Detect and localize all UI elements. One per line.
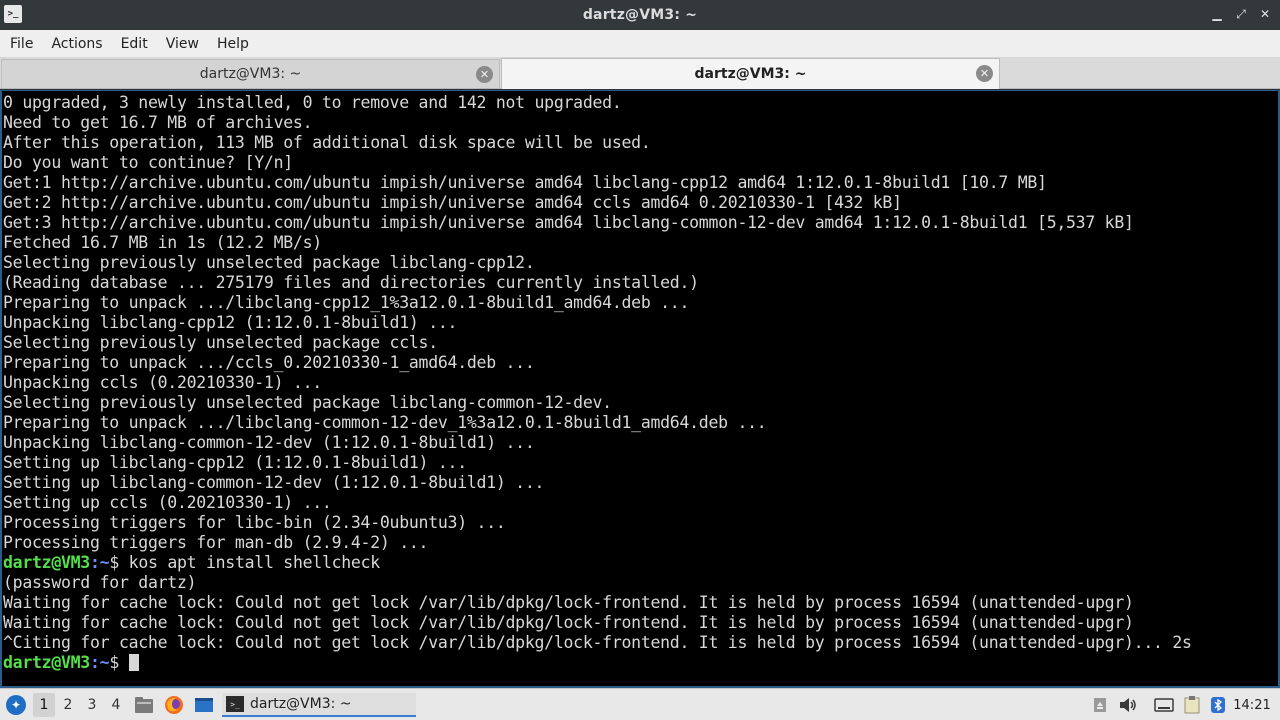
terminal-app-icon: >_ — [4, 5, 22, 23]
tab-close-icon[interactable]: ✕ — [476, 66, 493, 83]
menu-bar: File Actions Edit View Help — [0, 30, 1280, 58]
tab-close-icon[interactable]: ✕ — [976, 65, 993, 82]
tab-label: dartz@VM3: ~ — [694, 66, 807, 82]
terminal-line: Processing triggers for libc-bin (2.34-0… — [3, 513, 506, 532]
prompt-path: ~ — [99, 653, 110, 672]
prompt-path: ~ — [99, 553, 110, 572]
tab-terminal-2[interactable]: dartz@VM3: ~ ✕ — [501, 58, 1000, 89]
prompt-symbol: $ — [109, 553, 119, 572]
terminal-view[interactable]: 0 upgraded, 3 newly installed, 0 to remo… — [0, 90, 1280, 688]
terminal-line: Waiting for cache lock: Could not get lo… — [3, 613, 1134, 632]
active-prompt-line[interactable]: dartz@VM3:~$ — [3, 653, 1275, 673]
terminal-line: Setting up libclang-common-12-dev (1:12.… — [3, 473, 545, 492]
terminal-line: Need to get 16.7 MB of archives. — [3, 113, 313, 132]
prompt-user: dartz@VM3 — [3, 653, 90, 672]
menu-actions[interactable]: Actions — [45, 32, 110, 55]
close-icon[interactable]: ✕ — [1256, 4, 1274, 24]
restore-icon[interactable]: ⤢ — [1232, 4, 1250, 24]
workspace-3-button[interactable]: 3 — [81, 693, 103, 717]
file-manager-icon[interactable] — [133, 693, 155, 717]
menu-edit[interactable]: Edit — [115, 32, 156, 55]
terminal-line: Get:2 http://archive.ubuntu.com/ubuntu i… — [3, 193, 902, 212]
start-menu-button[interactable]: ✦ — [4, 693, 28, 717]
prompt-user: dartz@VM3 — [3, 553, 90, 572]
workspace-1-button[interactable]: 1 — [33, 693, 55, 717]
terminal-line: (password for dartz) — [3, 573, 197, 592]
prompt-symbol: $ — [109, 653, 119, 672]
terminal-line: Preparing to unpack .../libclang-cpp12_1… — [3, 293, 690, 312]
firefox-icon[interactable] — [163, 693, 185, 717]
removable-media-icon[interactable] — [1090, 693, 1110, 717]
tab-label: dartz@VM3: ~ — [199, 66, 302, 82]
terminal-line: Get:3 http://archive.ubuntu.com/ubuntu i… — [3, 213, 1134, 232]
terminal-line: Preparing to unpack .../libclang-common-… — [3, 413, 767, 432]
workspace-4-button[interactable]: 4 — [105, 693, 127, 717]
terminal-line: ^Citing for cache lock: Could not get lo… — [3, 633, 1192, 652]
bluetooth-icon[interactable] — [1208, 693, 1228, 717]
terminal-task-icon: >_ — [226, 696, 244, 712]
taskbar-terminal-task[interactable]: >_ dartz@VM3: ~ — [222, 693, 416, 717]
clock[interactable]: 14:21 — [1230, 693, 1274, 717]
window-title: dartz@VM3: ~ — [582, 7, 698, 23]
minimize-icon[interactable]: ▁ — [1208, 4, 1226, 24]
tab-terminal-1[interactable]: dartz@VM3: ~ ✕ — [1, 59, 500, 88]
menu-file[interactable]: File — [4, 32, 41, 55]
terminal-line: Unpacking libclang-cpp12 (1:12.0.1-8buil… — [3, 313, 458, 332]
window-titlebar: >_ dartz@VM3: ~ ▁ ⤢ ✕ — [0, 0, 1280, 30]
task-label: dartz@VM3: ~ — [250, 696, 352, 712]
terminal-line: Selecting previously unselected package … — [3, 253, 535, 272]
terminal-line: Unpacking ccls (0.20210330-1) ... — [3, 373, 322, 392]
terminal-line: Setting up ccls (0.20210330-1) ... — [3, 493, 332, 512]
terminal-line: After this operation, 113 MB of addition… — [3, 133, 651, 152]
terminal-line: Preparing to unpack .../ccls_0.20210330-… — [3, 353, 535, 372]
prompt-separator: : — [89, 553, 100, 572]
prompt-line: dartz@VM3:~$ kos apt install shellcheck — [3, 553, 1275, 573]
terminal-line: (Reading database ... 275179 files and d… — [3, 273, 699, 292]
terminal-line: Processing triggers for man-db (2.9.4-2)… — [3, 533, 429, 552]
lubuntu-logo-icon: ✦ — [6, 695, 26, 715]
keyboard-icon[interactable] — [1154, 693, 1174, 717]
menu-view[interactable]: View — [160, 32, 207, 55]
menu-help[interactable]: Help — [211, 32, 257, 55]
tab-bar: dartz@VM3: ~ ✕ dartz@VM3: ~ ✕ — [0, 58, 1280, 89]
volume-icon[interactable] — [1118, 693, 1138, 717]
prompt-separator: : — [89, 653, 100, 672]
terminal-line: Get:1 http://archive.ubuntu.com/ubuntu i… — [3, 173, 1047, 192]
desktop-icon[interactable] — [193, 693, 215, 717]
terminal-line: Waiting for cache lock: Could not get lo… — [3, 593, 1134, 612]
text-cursor — [128, 654, 139, 671]
terminal-line: Do you want to continue? [Y/n] — [3, 153, 293, 172]
workspace-2-button[interactable]: 2 — [57, 693, 79, 717]
terminal-line: Unpacking libclang-common-12-dev (1:12.0… — [3, 433, 535, 452]
terminal-line: Setting up libclang-cpp12 (1:12.0.1-8bui… — [3, 453, 467, 472]
taskbar: ✦ 1 2 3 4 >_ dartz@VM3: ~ 14:21 — [0, 688, 1280, 720]
command-text: kos apt install shellcheck — [119, 553, 381, 572]
terminal-line: 0 upgraded, 3 newly installed, 0 to remo… — [3, 93, 622, 112]
clipboard-icon[interactable] — [1182, 693, 1202, 717]
terminal-line: Selecting previously unselected package … — [3, 333, 438, 352]
terminal-line: Selecting previously unselected package … — [3, 393, 612, 412]
terminal-line: Fetched 16.7 MB in 1s (12.2 MB/s) — [3, 233, 322, 252]
